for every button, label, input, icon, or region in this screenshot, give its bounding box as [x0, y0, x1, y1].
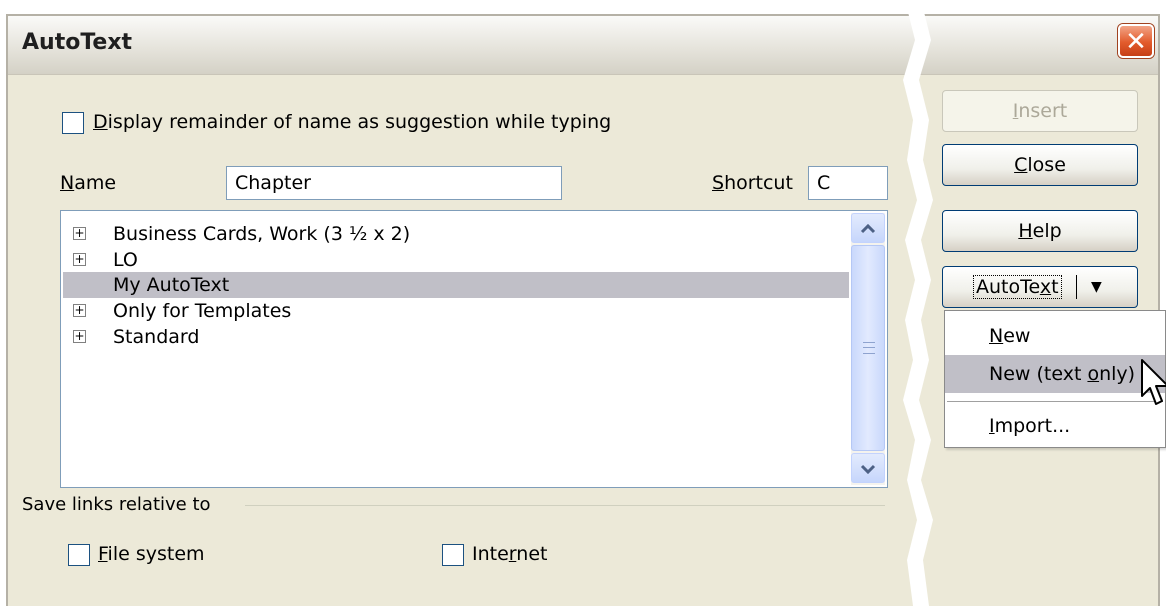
- label-text: ame: [74, 172, 117, 194]
- menu-item-new[interactable]: New: [945, 317, 1165, 355]
- mnemonic: S: [712, 172, 725, 194]
- autotext-menu-button[interactable]: AutoText ▼: [942, 266, 1138, 308]
- tree-item-label: Business Cards, Work (3 ½ x 2): [113, 223, 411, 245]
- expand-icon[interactable]: +: [73, 227, 86, 240]
- file-system-label[interactable]: File system: [98, 543, 205, 565]
- name-input[interactable]: Chapter: [226, 166, 562, 200]
- tree-item-label: Only for Templates: [113, 300, 292, 322]
- menu-item-new-text-only[interactable]: New (text only): [945, 355, 1165, 393]
- label-text: isplay remainder of name as suggestion w…: [107, 111, 612, 133]
- mnemonic: C: [1014, 154, 1028, 176]
- button-label: elp: [1032, 220, 1062, 242]
- close-button[interactable]: Close: [942, 144, 1138, 186]
- label-text: ew: [1003, 325, 1031, 347]
- mnemonic: H: [1018, 220, 1033, 242]
- mnemonic: N: [989, 325, 1004, 347]
- name-label: Name: [60, 172, 116, 194]
- grip-icon: [863, 342, 875, 354]
- dropdown-arrow-icon[interactable]: ▼: [1091, 267, 1102, 307]
- label-text: t: [1051, 276, 1059, 298]
- label-text: mport...: [994, 415, 1071, 437]
- internet-label[interactable]: Internet: [472, 543, 547, 565]
- label-text: ile system: [107, 543, 205, 565]
- expand-icon[interactable]: +: [73, 304, 86, 317]
- scroll-thumb[interactable]: [851, 245, 885, 451]
- autotext-category-tree[interactable]: + Business Cards, Work (3 ½ x 2) + LO My…: [60, 210, 888, 488]
- shortcut-label: Shortcut: [712, 172, 793, 194]
- mnemonic: D: [93, 111, 108, 133]
- scroll-up-icon[interactable]: [851, 213, 885, 243]
- tree-item-selected[interactable]: My AutoText: [63, 272, 849, 298]
- file-system-checkbox[interactable]: [68, 544, 90, 566]
- mnemonic: x: [1039, 276, 1052, 298]
- tree-item-label: My AutoText: [113, 274, 230, 296]
- vertical-scrollbar[interactable]: [851, 213, 885, 485]
- button-label: lose: [1027, 154, 1066, 176]
- label-text: New (text: [989, 363, 1088, 385]
- tree-item[interactable]: + LO: [63, 247, 849, 273]
- label-text: nly): [1099, 363, 1136, 385]
- internet-checkbox[interactable]: [442, 544, 464, 566]
- label-text: Inte: [472, 543, 509, 565]
- mnemonic: F: [98, 543, 108, 565]
- split-separator: [1076, 275, 1077, 299]
- close-x-icon[interactable]: ✕: [1118, 24, 1154, 58]
- expand-icon[interactable]: +: [73, 253, 86, 266]
- tree-item-label: Standard: [113, 326, 200, 348]
- tree-item[interactable]: + Only for Templates: [63, 298, 849, 324]
- label-text: AutoTe: [976, 276, 1040, 298]
- title-bar[interactable]: AutoText ✕: [8, 16, 1158, 75]
- insert-button[interactable]: Insert: [942, 90, 1138, 132]
- group-separator: [245, 505, 885, 506]
- autotext-dropdown-menu: New New (text only) Import...: [944, 310, 1166, 448]
- label-text: hortcut: [724, 172, 793, 194]
- dialog-title: AutoText: [22, 30, 133, 55]
- label-text: net: [516, 543, 548, 565]
- menu-separator: [947, 401, 1163, 402]
- mouse-cursor-icon: [1141, 359, 1166, 405]
- tree-item[interactable]: + Business Cards, Work (3 ½ x 2): [63, 221, 849, 247]
- shortcut-input[interactable]: C: [808, 166, 888, 200]
- tree-item-label: LO: [113, 249, 138, 271]
- help-button[interactable]: Help: [942, 210, 1138, 252]
- expand-icon[interactable]: +: [73, 330, 86, 343]
- torn-edge: [903, 0, 933, 606]
- tree-item[interactable]: + Standard: [63, 324, 849, 350]
- scroll-down-icon[interactable]: [851, 453, 885, 483]
- autotext-button-label: AutoText: [973, 275, 1062, 299]
- menu-item-import[interactable]: Import...: [945, 407, 1165, 445]
- button-label: nsert: [1018, 100, 1068, 122]
- mnemonic: N: [60, 172, 75, 194]
- display-remainder-label[interactable]: Display remainder of name as suggestion …: [93, 111, 611, 133]
- display-remainder-checkbox[interactable]: [62, 112, 84, 134]
- save-links-heading: Save links relative to: [22, 494, 211, 515]
- mnemonic: o: [1087, 363, 1100, 385]
